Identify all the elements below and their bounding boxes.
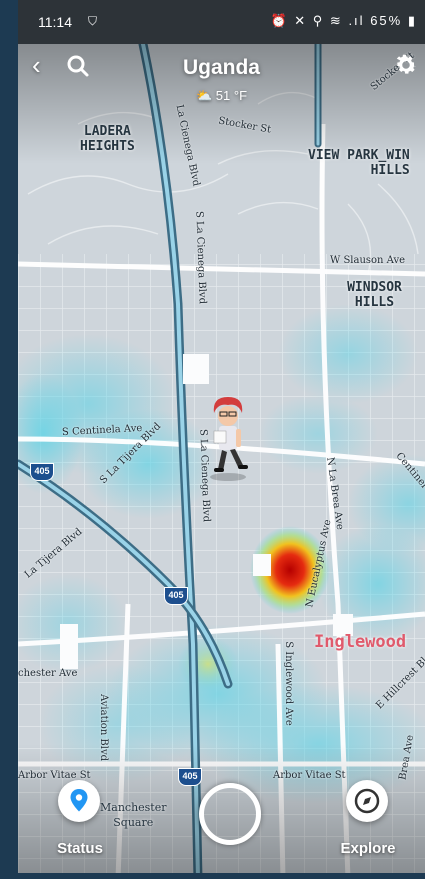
map-header: ‹ Uganda ⛅ 51 °F	[18, 44, 425, 114]
location-pin-icon	[70, 789, 88, 812]
battery-icon: ▮	[407, 13, 417, 28]
compass-icon	[354, 788, 380, 814]
i405-shield-1: 405	[30, 463, 54, 481]
explore-circle	[346, 780, 388, 822]
partly-cloudy-icon: ⛅	[195, 88, 213, 103]
app-frame: 11:14 ⛉ ⏰ ✕ ⚲ ≋ .ıl 65% ▮ LADERA HEIGHTS…	[18, 0, 425, 879]
i405-shield-2: 405	[164, 587, 188, 605]
gear-icon[interactable]	[393, 52, 419, 78]
status-indicators: ⏰ ✕ ⚲ ≋ .ıl 65% ▮	[271, 13, 418, 29]
street-manchester-ave: chester Ave	[18, 668, 78, 679]
camera-shutter-button[interactable]	[199, 783, 261, 845]
status-bar: 11:14 ⛉ ⏰ ✕ ⚲ ≋ .ıl 65% ▮	[18, 0, 425, 44]
weather-readout: ⛅ 51 °F	[18, 88, 425, 104]
label-ladera-heights: LADERA HEIGHTS	[80, 124, 135, 154]
label-windsor-hills: WINDSOR HILLS	[347, 280, 402, 310]
explore-button[interactable]: Explore	[340, 780, 396, 860]
label-view-park: VIEW PARK_WIN HILLS	[308, 148, 410, 178]
battery-percent: 65%	[370, 13, 403, 28]
status-button[interactable]: Status	[56, 780, 104, 860]
bottom-nav: Status Explore	[18, 770, 425, 879]
street-s-inglewood-ave: S Inglewood Ave	[282, 641, 294, 726]
location-title[interactable]: Uganda	[18, 56, 425, 80]
clock: 11:14	[38, 14, 72, 30]
indicator-icons: ⏰ ✕ ⚲ ≋ .ıl	[270, 13, 365, 28]
explore-label: Explore	[340, 840, 396, 857]
label-manchester-square: Manchester Square	[100, 801, 167, 829]
status-label: Status	[57, 840, 103, 857]
label-inglewood: Inglewood	[314, 632, 407, 652]
street-w-slauson-ave: W Slauson Ave	[330, 255, 406, 266]
status-circle	[58, 780, 100, 822]
shield-check-icon: ⛉	[88, 14, 98, 28]
temperature: 51 °F	[215, 88, 248, 103]
street-aviation-blvd: Aviation Blvd	[98, 693, 110, 762]
